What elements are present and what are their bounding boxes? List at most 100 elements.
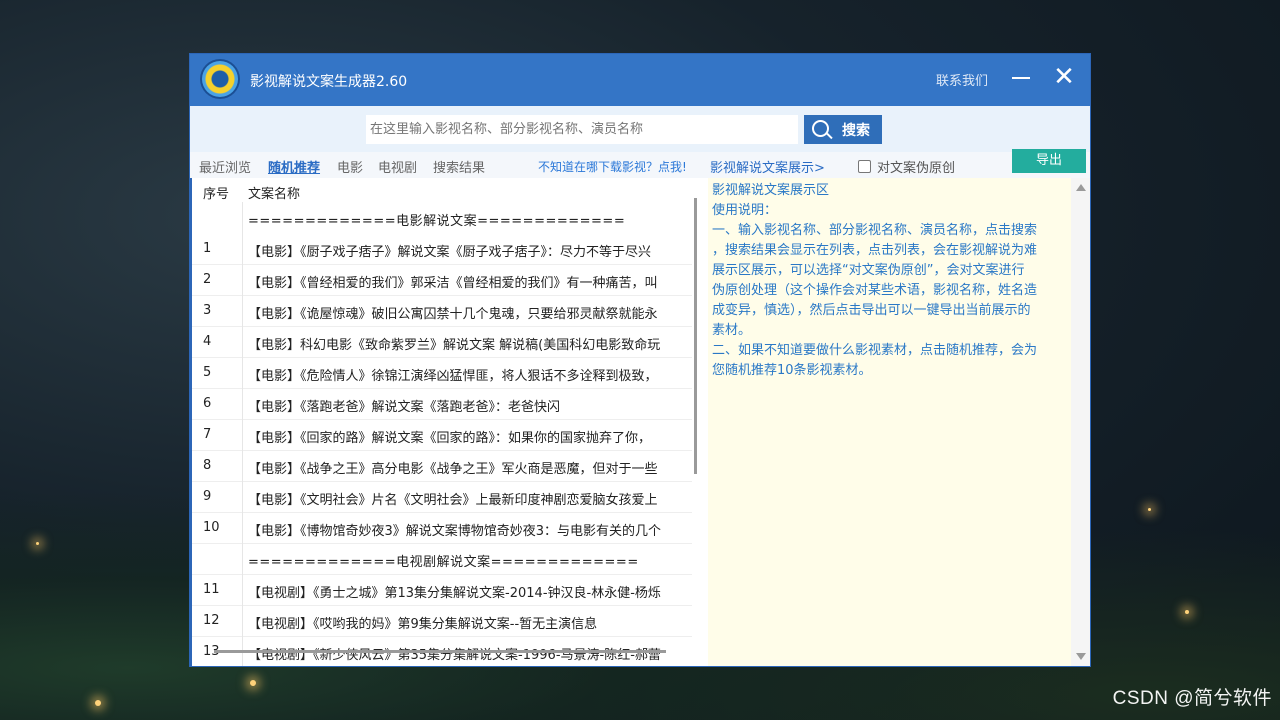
row-name: 【电视剧】《勇士之城》第13集分集解说文案-2014-钟汉良-林永健-杨烁 [248, 586, 661, 601]
pseudo-original-label: 对文案伪原创 [877, 161, 956, 176]
row-name: 【电影】《回家的路》解说文案《回家的路》：如果你的国家抛弃了你， [248, 431, 652, 446]
search-button-label: 搜索 [842, 123, 870, 139]
firefly-light [250, 680, 256, 686]
instruction-line: 二、如果不知道要做什么影视素材，点击随机推荐，会为 [712, 343, 1038, 358]
column-divider [242, 326, 243, 357]
instruction-line: 成变异，慎选），然后点击导出可以一键导出当前展示的 [712, 303, 1031, 318]
column-divider [242, 481, 243, 512]
minimize-button[interactable] [1010, 64, 1034, 92]
instruction-line: 展示区展示，可以选择“对文案伪原创”，会对文案进行 [712, 263, 1025, 278]
app-logo-icon [200, 59, 240, 99]
tab-recent[interactable]: 最近浏览 [199, 157, 251, 176]
table-row[interactable]: 5 【电影】《危险情人》徐锦江演绎凶猛悍匪，将人狠话不多诠释到极致， [192, 357, 692, 389]
row-name: 【电影】《战争之王》高分电影《战争之王》军火商是恶魔，但对于一些 [248, 462, 658, 477]
scroll-down-icon[interactable] [1076, 653, 1086, 660]
instruction-line: 素材。 [712, 323, 752, 338]
table-row[interactable]: 10 【电影】《博物馆奇妙夜3》解说文案博物馆奇妙夜3：与电影有关的几个 [192, 512, 692, 544]
row-name: 【电影】科幻电影《致命紫罗兰》解说文案 解说稿(美国科幻电影致命玩 [248, 338, 661, 353]
row-index: 10 [203, 520, 220, 535]
script-list[interactable]: 序号 文案名称 =============电影解说文案=============… [190, 178, 698, 666]
pseudo-original-checkbox[interactable]: 对文案伪原创 [858, 157, 955, 176]
table-row[interactable]: 6 【电影】《落跑老爸》解说文案《落跑老爸》：老爸快闪 [192, 388, 692, 420]
table-row[interactable]: 2 【电影】《曾经相爱的我们》郭采洁《曾经相爱的我们》有一种痛苦，叫 [192, 264, 692, 296]
display-area-link[interactable]: 影视解说文案展示> [710, 157, 825, 176]
app-window: 影视解说文案生成器2.60 联系我们 ✕ 搜索 最近浏览 随机推荐 电影 电视剧… [190, 54, 1090, 666]
firefly-light [95, 700, 101, 706]
search-icon [812, 120, 829, 137]
list-horizontal-scrollbar[interactable] [214, 650, 666, 653]
table-row[interactable]: 7 【电影】《回家的路》解说文案《回家的路》：如果你的国家抛弃了你， [192, 419, 692, 451]
instruction-line: 伪原创处理（这个操作会对某些术语，影视名称，姓名造 [712, 283, 1038, 298]
column-divider [242, 512, 243, 543]
instruction-line: ，搜索结果会显示在列表，点击列表，会在影视解说为难 [712, 243, 1038, 258]
column-header-index: 序号 [203, 187, 230, 202]
panel-title: 影视解说文案展示区 [712, 183, 830, 198]
close-icon: ✕ [1053, 62, 1075, 92]
table-row[interactable]: 11 【电视剧】《勇士之城》第13集分集解说文案-2014-钟汉良-林永健-杨烁 [192, 574, 692, 606]
row-index: 2 [203, 272, 212, 287]
download-hint-link[interactable]: 不知道在哪下载影视？点我! [538, 158, 688, 175]
row-name: 【电视剧】《哎哟我的妈》第9集分集解说文案--暂无主演信息 [248, 617, 598, 632]
section-row: =============电视剧解说文案============= [192, 543, 692, 575]
panel-usage-heading: 使用说明： [712, 203, 778, 218]
row-name: 【电影】《危险情人》徐锦江演绎凶猛悍匪，将人狠话不多诠释到极致， [248, 369, 658, 384]
display-panel[interactable]: 影视解说文案展示区 使用说明： 一、输入影视名称、部分影视名称、演员名称，点击搜… [708, 178, 1071, 666]
table-row[interactable]: 1 【电影】《厨子戏子痞子》解说文案《厨子戏子痞子》：尽力不等于尽兴 [192, 233, 692, 265]
row-index: 5 [203, 365, 212, 380]
row-index: 8 [203, 458, 212, 473]
contact-us-link[interactable]: 联系我们 [936, 70, 988, 89]
table-row[interactable]: 4 【电影】科幻电影《致命紫罗兰》解说文案 解说稿(美国科幻电影致命玩 [192, 326, 692, 358]
column-divider [242, 388, 243, 419]
app-title: 影视解说文案生成器2.60 [250, 74, 408, 90]
panel-scrollbar[interactable] [1071, 178, 1090, 666]
instruction-line: 一、输入影视名称、部分影视名称、演员名称，点击搜索 [712, 223, 1038, 238]
row-index: 12 [203, 613, 220, 628]
firefly-light [36, 542, 39, 545]
tab-tv[interactable]: 电视剧 [378, 157, 417, 176]
firefly-light [1148, 508, 1151, 511]
column-divider [242, 574, 243, 605]
row-index: 9 [203, 489, 212, 504]
search-button[interactable]: 搜索 [804, 115, 882, 144]
row-index: 1 [203, 241, 212, 256]
section-row: =============电影解说文案============= [192, 202, 692, 233]
list-vertical-scrollbar[interactable] [694, 198, 697, 474]
search-input[interactable] [366, 115, 798, 144]
column-header-name: 文案名称 [248, 187, 301, 202]
tab-movie[interactable]: 电影 [337, 157, 363, 176]
row-name: =============电影解说文案============= [248, 214, 626, 229]
csdn-watermark: CSDN @简兮软件 [1112, 688, 1272, 709]
firefly-light [1185, 610, 1189, 614]
table-row[interactable]: 9 【电影】《文明社会》片名《文明社会》上最新印度神剧恋爱脑女孩爱上 [192, 481, 692, 513]
checkbox-icon [858, 160, 871, 173]
row-name: =============电视剧解说文案============= [248, 555, 639, 570]
table-row[interactable]: 3 【电影】《诡屋惊魂》破旧公寓囚禁十几个鬼魂，只要给邪灵献祭就能永 [192, 295, 692, 327]
column-divider [242, 605, 243, 636]
column-divider [242, 543, 243, 574]
row-index: 7 [203, 427, 212, 442]
row-name: 【电影】《博物馆奇妙夜3》解说文案博物馆奇妙夜3：与电影有关的几个 [248, 524, 662, 539]
row-index: 3 [203, 303, 212, 318]
row-name: 【电影】《文明社会》片名《文明社会》上最新印度神剧恋爱脑女孩爱上 [248, 493, 658, 508]
row-name: 【电影】《曾经相爱的我们》郭采洁《曾经相爱的我们》有一种痛苦，叫 [248, 276, 658, 291]
column-divider [242, 264, 243, 295]
column-divider [242, 295, 243, 326]
column-divider [242, 357, 243, 388]
row-name: 【电影】《落跑老爸》解说文案《落跑老爸》：老爸快闪 [248, 400, 561, 415]
row-name: 【电影】《厨子戏子痞子》解说文案《厨子戏子痞子》：尽力不等于尽兴 [248, 245, 652, 260]
row-index: 6 [203, 396, 212, 411]
row-name: 【电视剧】《新少侠风云》第35集分集解说文案-1996-马景涛-陈红-郝蕾 [248, 648, 661, 663]
export-button[interactable]: 导出 [1012, 149, 1086, 173]
tab-bar: 最近浏览 随机推荐 电影 电视剧 搜索结果 不知道在哪下载影视？点我! 影视解说… [190, 152, 1090, 178]
column-divider [242, 450, 243, 481]
column-divider [242, 233, 243, 264]
table-row[interactable]: 8 【电影】《战争之王》高分电影《战争之王》军火商是恶魔，但对于一些 [192, 450, 692, 482]
tab-search-results[interactable]: 搜索结果 [433, 157, 485, 176]
row-index: 11 [203, 582, 220, 597]
table-row[interactable]: 12 【电视剧】《哎哟我的妈》第9集分集解说文案--暂无主演信息 [192, 605, 692, 637]
scroll-up-icon[interactable] [1076, 184, 1086, 191]
list-header: 序号 文案名称 [192, 178, 692, 202]
title-bar[interactable]: 影视解说文案生成器2.60 联系我们 ✕ [190, 54, 1090, 106]
tab-random[interactable]: 随机推荐 [268, 157, 320, 176]
close-button[interactable]: ✕ [1050, 64, 1078, 92]
